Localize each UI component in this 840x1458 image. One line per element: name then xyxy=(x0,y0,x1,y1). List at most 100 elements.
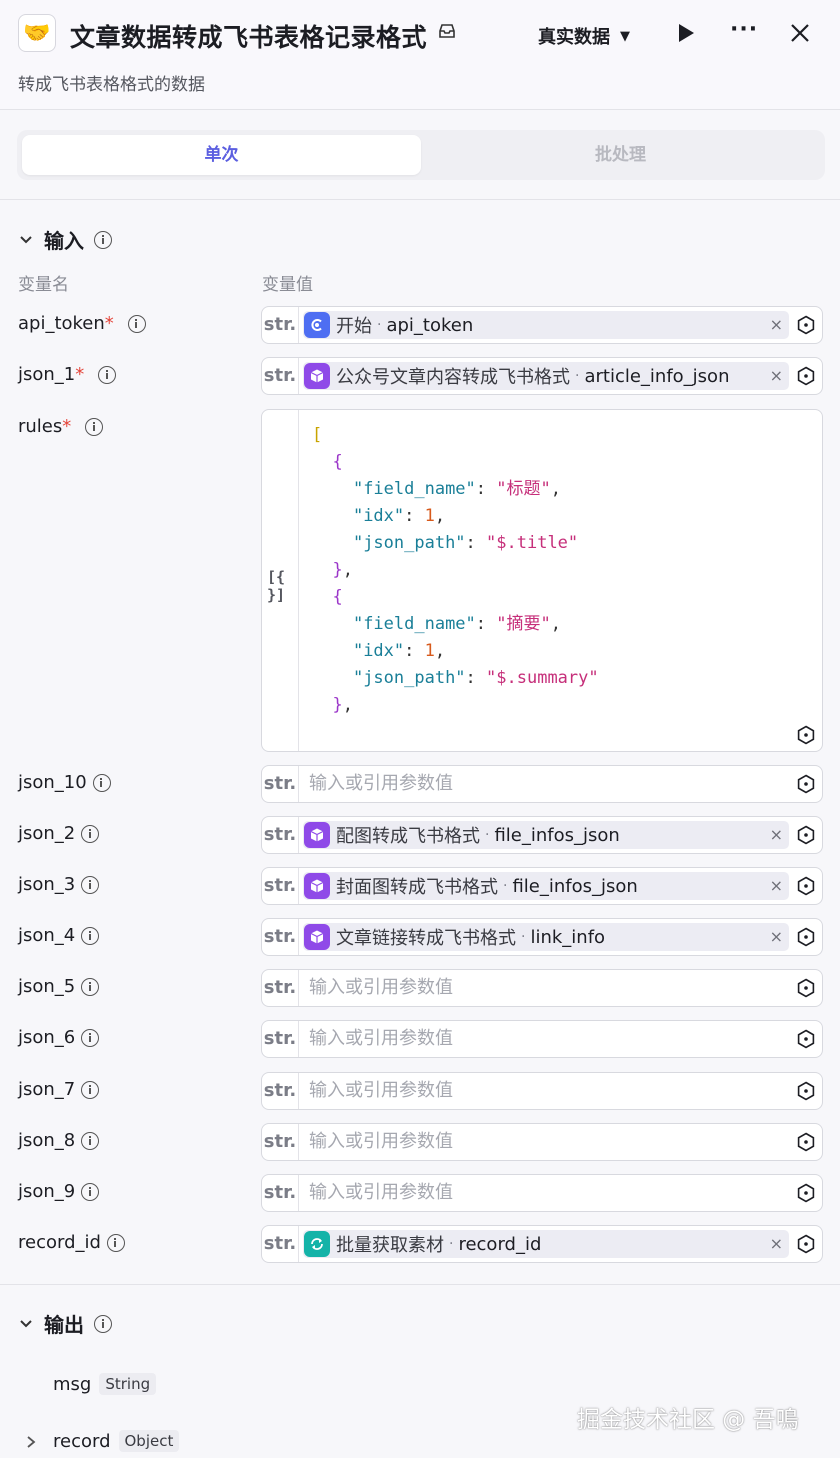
json-type-label: [{ }] xyxy=(267,568,286,604)
info-icon[interactable] xyxy=(85,417,104,436)
input-field-json-9[interactable]: str. 输入或引用参数值 xyxy=(261,1174,823,1212)
value-placeholder[interactable]: 输入或引用参数值 xyxy=(309,970,453,1006)
value-placeholder[interactable]: 输入或引用参数值 xyxy=(309,766,453,802)
separator: · xyxy=(575,368,580,384)
input-label-json-2: json_2 xyxy=(18,823,100,844)
reference-chip[interactable]: 批量获取素材 · record_id × xyxy=(303,1230,789,1258)
remove-reference-icon[interactable]: × xyxy=(770,366,783,385)
output-name: msg xyxy=(53,1373,92,1395)
type-label: str. xyxy=(262,307,299,343)
type-label: str. xyxy=(262,1073,299,1109)
input-field-json-10[interactable]: str. 输入或引用参数值 xyxy=(261,765,823,803)
info-icon[interactable] xyxy=(81,1182,100,1201)
tray-icon[interactable] xyxy=(438,22,456,40)
node-header: 🤝 文章数据转成飞书表格记录格式 真实数据 ▼ ··· 转成飞书表格格式的数据 xyxy=(0,0,840,110)
variable-name: record_id xyxy=(18,1232,101,1253)
reference-chip[interactable]: 封面图转成飞书格式 · file_infos_json × xyxy=(303,872,789,900)
rules-code-editor[interactable]: [{ }] [ { "field_name": "标题", "idx": 1, "… xyxy=(261,409,823,752)
data-source-select[interactable]: 真实数据 ▼ xyxy=(538,23,630,49)
cube-icon xyxy=(304,924,330,950)
info-icon[interactable] xyxy=(81,875,100,894)
variable-ref-icon[interactable] xyxy=(796,1029,816,1049)
variable-ref-icon[interactable] xyxy=(796,366,816,386)
input-field-json-1[interactable]: str. 公众号文章内容转成飞书格式 · article_info_json × xyxy=(261,357,823,395)
info-icon[interactable] xyxy=(94,230,112,249)
chevron-right-icon[interactable] xyxy=(24,1434,38,1450)
close-icon[interactable] xyxy=(788,20,812,46)
output-section-header[interactable]: 输出 xyxy=(18,1309,112,1338)
separator: · xyxy=(449,1236,454,1252)
remove-reference-icon[interactable]: × xyxy=(770,825,783,844)
info-icon[interactable] xyxy=(94,1314,112,1333)
remove-reference-icon[interactable]: × xyxy=(770,1234,783,1253)
input-label-json-4: json_4 xyxy=(18,925,100,946)
input-section-header[interactable]: 输入 xyxy=(18,225,112,254)
info-icon[interactable] xyxy=(81,824,100,843)
reference-chip[interactable]: 开始 · api_token × xyxy=(303,311,789,339)
source-variable: link_info xyxy=(530,926,606,948)
variable-ref-icon[interactable] xyxy=(796,774,816,794)
source-node-name: 开始 xyxy=(336,316,372,337)
value-placeholder[interactable]: 输入或引用参数值 xyxy=(309,1073,453,1109)
input-field-json-3[interactable]: str. 封面图转成飞书格式 · file_infos_json × xyxy=(261,867,823,905)
type-label: str. xyxy=(262,1226,299,1262)
input-field-json-8[interactable]: str. 输入或引用参数值 xyxy=(261,1123,823,1161)
input-field-json-2[interactable]: str. 配图转成飞书格式 · file_infos_json × xyxy=(261,816,823,854)
info-icon[interactable] xyxy=(127,314,146,333)
variable-ref-icon[interactable] xyxy=(796,315,816,335)
remove-reference-icon[interactable]: × xyxy=(770,315,783,334)
reference-chip[interactable]: 文章链接转成飞书格式 · link_info × xyxy=(303,923,789,951)
info-icon[interactable] xyxy=(98,365,117,384)
variable-name: json_5 xyxy=(18,976,76,997)
reference-chip[interactable]: 公众号文章内容转成飞书格式 · article_info_json × xyxy=(303,362,789,390)
info-icon[interactable] xyxy=(81,1080,100,1099)
value-placeholder[interactable]: 输入或引用参数值 xyxy=(309,1021,453,1057)
input-label-json-6: json_6 xyxy=(18,1027,100,1048)
info-icon[interactable] xyxy=(92,773,111,792)
input-field-json-4[interactable]: str. 文章链接转成飞书格式 · link_info × xyxy=(261,918,823,956)
variable-ref-icon[interactable] xyxy=(796,1183,816,1203)
output-name: record xyxy=(53,1430,111,1452)
remove-reference-icon[interactable]: × xyxy=(770,927,783,946)
tab-single[interactable]: 单次 xyxy=(22,135,421,175)
variable-ref-icon[interactable] xyxy=(796,927,816,947)
variable-ref-icon[interactable] xyxy=(796,1081,816,1101)
info-icon[interactable] xyxy=(106,1233,125,1252)
variable-name: json_6 xyxy=(18,1027,76,1048)
info-icon[interactable] xyxy=(81,1131,100,1150)
input-label-json-10: json_10 xyxy=(18,772,111,793)
value-placeholder[interactable]: 输入或引用参数值 xyxy=(309,1175,453,1211)
variable-ref-icon[interactable] xyxy=(796,825,816,845)
variable-ref-icon[interactable] xyxy=(796,725,816,745)
input-field-record-id[interactable]: str. 批量获取素材 · record_id × xyxy=(261,1225,823,1263)
info-icon[interactable] xyxy=(81,977,100,996)
code-content[interactable]: [ { "field_name": "标题", "idx": 1, "json_… xyxy=(312,422,599,719)
mode-tabs: 单次 批处理 xyxy=(17,130,825,180)
input-field-json-6[interactable]: str. 输入或引用参数值 xyxy=(261,1020,823,1058)
variable-ref-icon[interactable] xyxy=(796,978,816,998)
info-icon[interactable] xyxy=(81,926,100,945)
reference-chip[interactable]: 配图转成飞书格式 · file_infos_json × xyxy=(303,821,789,849)
variable-name: json_3 xyxy=(18,874,76,895)
output-type-badge: String xyxy=(99,1373,157,1395)
value-placeholder[interactable]: 输入或引用参数值 xyxy=(309,1124,453,1160)
variable-ref-icon[interactable] xyxy=(796,1234,816,1254)
variable-name: json_8 xyxy=(18,1130,76,1151)
type-label: str. xyxy=(262,358,299,394)
source-variable: file_infos_json xyxy=(512,875,638,897)
input-label-json-5: json_5 xyxy=(18,976,100,997)
more-icon[interactable]: ··· xyxy=(730,19,758,46)
input-field-json-7[interactable]: str. 输入或引用参数值 xyxy=(261,1072,823,1110)
play-icon[interactable] xyxy=(674,20,698,46)
type-label: str. xyxy=(262,817,299,853)
input-label-json-7: json_7 xyxy=(18,1079,100,1100)
info-icon[interactable] xyxy=(81,1028,100,1047)
input-field-api-token[interactable]: str. 开始 · api_token × xyxy=(261,306,823,344)
variable-ref-icon[interactable] xyxy=(796,876,816,896)
tab-batch[interactable]: 批处理 xyxy=(421,135,820,175)
remove-reference-icon[interactable]: × xyxy=(770,876,783,895)
variable-name: json_7 xyxy=(18,1079,76,1100)
variable-ref-icon[interactable] xyxy=(796,1132,816,1152)
output-item-record[interactable]: record Object xyxy=(53,1430,180,1452)
input-field-json-5[interactable]: str. 输入或引用参数值 xyxy=(261,969,823,1007)
